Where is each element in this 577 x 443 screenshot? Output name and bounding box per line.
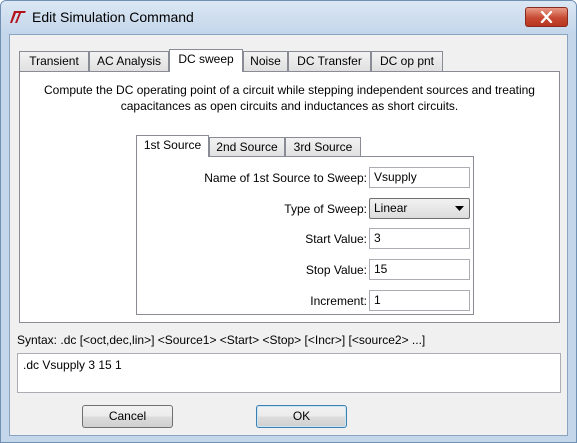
syntax-text: Syntax: .dc [<oct,dec,lin>] <Source1> <S… (17, 333, 426, 347)
tab-transient[interactable]: Transient (19, 51, 89, 71)
tab-noise[interactable]: Noise (243, 51, 288, 71)
stop-value-label: Stop Value: (305, 263, 367, 277)
chevron-down-icon (455, 206, 464, 211)
dc-sweep-panel: Compute the DC operating point of a circ… (19, 71, 560, 323)
ltspice-logo-icon (9, 10, 27, 24)
source-panel: Name of 1st Source to Sweep: Vsupply Typ… (136, 156, 474, 315)
description-line-1: Compute the DC operating point of a circ… (44, 83, 535, 97)
window-title: Edit Simulation Command (32, 9, 194, 25)
sweep-type-value: Linear (374, 201, 408, 215)
tab-2nd-source[interactable]: 2nd Source (209, 137, 285, 157)
tab-1st-source[interactable]: 1st Source (136, 135, 209, 157)
sweep-type-select[interactable]: Linear (369, 198, 470, 219)
close-button[interactable] (525, 7, 568, 27)
stop-value-input[interactable]: 15 (369, 259, 470, 280)
sweep-type-label: Type of Sweep: (284, 202, 367, 216)
tab-dc-op-pnt[interactable]: DC op pnt (371, 51, 443, 71)
dialog-client-area: Transient AC Analysis DC sweep Noise DC … (9, 34, 568, 436)
tab-3rd-source[interactable]: 3rd Source (285, 137, 361, 157)
close-icon (540, 11, 553, 23)
ok-button[interactable]: OK (256, 405, 347, 428)
start-value-label: Start Value: (305, 232, 367, 246)
command-textbox[interactable]: .dc Vsupply 3 15 1 (17, 353, 561, 393)
tab-ac-analysis[interactable]: AC Analysis (89, 51, 169, 71)
cancel-button[interactable]: Cancel (82, 405, 173, 428)
increment-input[interactable]: 1 (369, 290, 470, 311)
tab-dc-sweep[interactable]: DC sweep (169, 49, 243, 72)
description-line-2: capacitances as open circuits and induct… (120, 99, 459, 113)
source-name-label: Name of 1st Source to Sweep: (204, 171, 367, 185)
increment-label: Increment: (310, 294, 367, 308)
title-bar[interactable]: Edit Simulation Command (1, 1, 576, 34)
source-name-input[interactable]: Vsupply (369, 167, 470, 188)
start-value-input[interactable]: 3 (369, 228, 470, 249)
dialog-window: Edit Simulation Command Transient AC Ana… (0, 0, 577, 443)
description: Compute the DC operating point of a circ… (20, 82, 559, 114)
tab-dc-transfer[interactable]: DC Transfer (288, 51, 371, 71)
